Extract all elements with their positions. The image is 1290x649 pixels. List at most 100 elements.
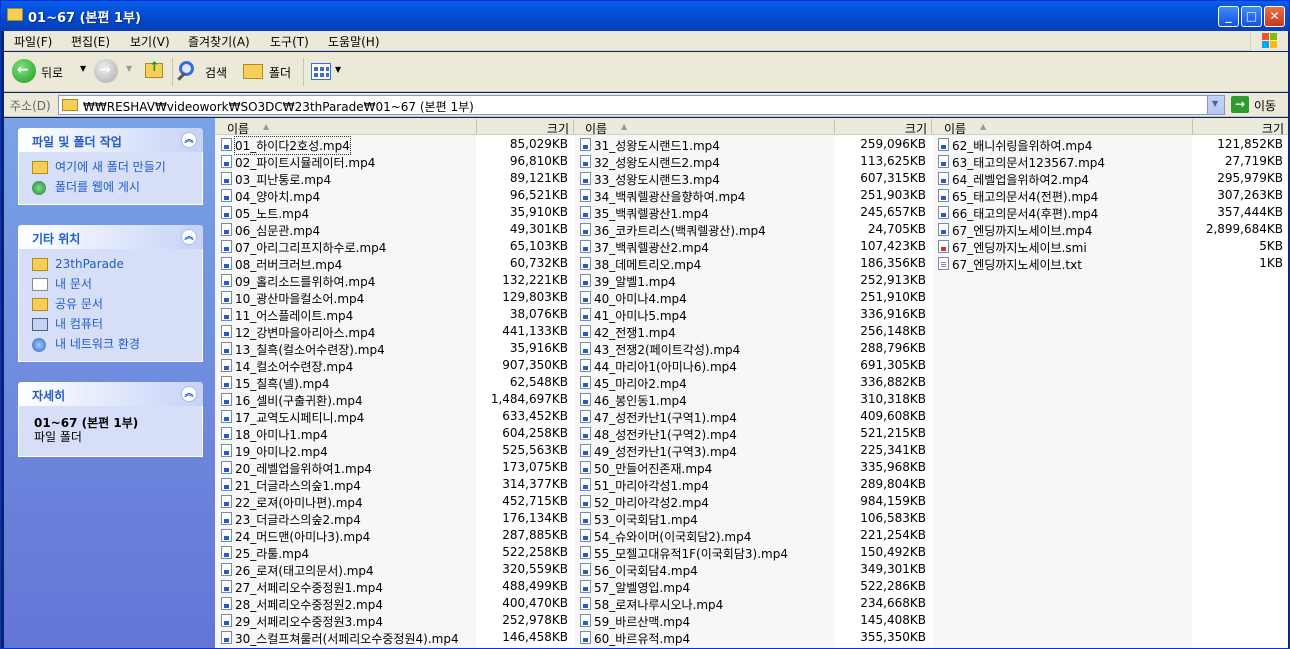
file-row[interactable]: 19_아미나2.mp4 525,563KB <box>215 442 575 459</box>
file-row[interactable]: 57_알벨영입.mp4 522,286KB <box>574 578 934 595</box>
file-row[interactable]: 59_바르산맥.mp4 145,408KB <box>574 612 934 629</box>
file-row[interactable]: 37_백쿼렐광산2.mp4 107,423KB <box>574 238 934 255</box>
file-row[interactable]: 33_성왕도시랜드3.mp4 607,315KB <box>574 170 934 187</box>
back-button[interactable]: ← 뒤로 ▼ <box>12 59 88 87</box>
file-row[interactable]: 62_배니쉬링을위하여.mp4 121,852KB <box>932 136 1288 153</box>
file-row[interactable]: 30_스컬프쳐룰러(서페리오수중정원4).mp4 146,458KB <box>215 629 575 646</box>
panel-header[interactable]: 기타 위치 ︽ <box>18 225 203 249</box>
place-23thparade[interactable]: 23thParade <box>29 255 202 275</box>
close-button[interactable]: ✕ <box>1264 6 1285 27</box>
minimize-button[interactable]: _ <box>1218 6 1239 27</box>
menu-tools[interactable]: 도구(T) <box>270 33 309 50</box>
forward-button[interactable]: → ▼ <box>94 59 134 87</box>
place-my-computer[interactable]: 내 컴퓨터 <box>29 315 202 335</box>
file-row[interactable]: 31_성왕도시랜드1.mp4 259,096KB <box>574 136 934 153</box>
file-row[interactable]: 63_태고의문서123567.mp4 27,719KB <box>932 153 1288 170</box>
file-row[interactable]: 40_아미나4.mp4 251,910KB <box>574 289 934 306</box>
go-button[interactable]: 이동 <box>1254 97 1276 114</box>
file-row[interactable]: 64_레벨업을위하여2.mp4 295,979KB <box>932 170 1288 187</box>
file-row[interactable]: 05_노트.mp4 35,910KB <box>215 204 575 221</box>
file-row[interactable]: 55_모젤고대유적1F(이국회담3).mp4 150,492KB <box>574 544 934 561</box>
file-row[interactable]: 23_더글라스의숲2.mp4 176,134KB <box>215 510 575 527</box>
back-dropdown-icon[interactable]: ▼ <box>80 64 86 73</box>
file-row[interactable]: 39_알벨1.mp4 252,913KB <box>574 272 934 289</box>
go-arrow-icon[interactable]: → <box>1231 96 1249 113</box>
up-folder-button[interactable]: ↑ <box>143 59 169 87</box>
menu-file[interactable]: 파일(F) <box>14 33 52 50</box>
file-row[interactable]: 35_백쿼렐광산1.mp4 245,657KB <box>574 204 934 221</box>
file-row[interactable]: 41_아미나5.mp4 336,916KB <box>574 306 934 323</box>
menu-view[interactable]: 보기(V) <box>130 33 170 50</box>
file-row[interactable]: 09_홀리소드를위하여.mp4 132,221KB <box>215 272 575 289</box>
file-row[interactable]: 24_머드맨(아미나3).mp4 287,885KB <box>215 527 575 544</box>
file-row[interactable]: 13_칠흑(컬소어수련장).mp4 35,916KB <box>215 340 575 357</box>
file-row[interactable]: 45_마리아2.mp4 336,882KB <box>574 374 934 391</box>
folders-button[interactable]: 폴더 <box>241 59 299 87</box>
file-row[interactable]: 29_서페리오수중정원3.mp4 252,978KB <box>215 612 575 629</box>
address-input[interactable]: ₩₩RESHAV₩videowork₩SO3DC₩23thParade₩01~6… <box>58 95 1225 115</box>
address-dropdown-button[interactable]: ▼ <box>1207 96 1224 114</box>
file-row[interactable]: 22_로져(아미나편).mp4 452,715KB <box>215 493 575 510</box>
file-row[interactable]: 36_코카트리스(백쿼렐광산).mp4 24,705KB <box>574 221 934 238</box>
file-row[interactable]: 38_데메트리오.mp4 186,356KB <box>574 255 934 272</box>
search-button[interactable]: 검색 <box>177 59 237 87</box>
file-row[interactable]: 54_슈와이머(이국회담2).mp4 221,254KB <box>574 527 934 544</box>
file-row[interactable]: 28_서페리오수중정원2.mp4 400,470KB <box>215 595 575 612</box>
maximize-button[interactable]: □ <box>1241 6 1262 27</box>
file-row[interactable]: 18_아미나1.mp4 604,258KB <box>215 425 575 442</box>
file-row[interactable]: 27_서페리오수중정원1.mp4 488,499KB <box>215 578 575 595</box>
file-row[interactable]: 02_파이트시뮬레이터.mp4 96,810KB <box>215 153 575 170</box>
file-row[interactable]: 07_아리그리프지하수로.mp4 65,103KB <box>215 238 575 255</box>
file-row[interactable]: 44_마리아1(아미나6).mp4 691,305KB <box>574 357 934 374</box>
place-network[interactable]: 내 네트워크 환경 <box>29 335 202 355</box>
file-row[interactable]: 67_엔딩까지노세이브.mp4 2,899,684KB <box>932 221 1288 238</box>
file-row[interactable]: 47_성전카난1(구역1).mp4 409,608KB <box>574 408 934 425</box>
file-row[interactable]: 34_백쿼렐광산을향하여.mp4 251,903KB <box>574 187 934 204</box>
file-row[interactable]: 12_강변마을아리아스.mp4 441,133KB <box>215 323 575 340</box>
file-row[interactable]: 15_칠흑(넬).mp4 62,548KB <box>215 374 575 391</box>
file-row[interactable]: 46_봉인동1.mp4 310,318KB <box>574 391 934 408</box>
file-row[interactable]: 25_라툴.mp4 522,258KB <box>215 544 575 561</box>
file-row[interactable]: 53_이국회담1.mp4 106,583KB <box>574 510 934 527</box>
file-row[interactable]: 52_마리아각성2.mp4 984,159KB <box>574 493 934 510</box>
file-row[interactable]: 58_로져나루시오나.mp4 234,668KB <box>574 595 934 612</box>
file-row[interactable]: 50_만들어진존재.mp4 335,968KB <box>574 459 934 476</box>
collapse-icon[interactable]: ︽ <box>181 132 197 148</box>
file-row[interactable]: 67_엔딩까지노세이브.txt 1KB <box>932 255 1288 272</box>
file-row[interactable]: 21_더글라스의숲1.mp4 314,377KB <box>215 476 575 493</box>
file-row[interactable]: 49_성전카난1(구역3).mp4 225,341KB <box>574 442 934 459</box>
panel-header[interactable]: 파일 및 폴더 작업 ︽ <box>18 128 203 152</box>
panel-header[interactable]: 자세히 ︽ <box>18 382 203 406</box>
file-row[interactable]: 03_피난통로.mp4 89,121KB <box>215 170 575 187</box>
file-row[interactable]: 48_성전카난1(구역2).mp4 521,215KB <box>574 425 934 442</box>
place-my-documents[interactable]: 내 문서 <box>29 275 202 295</box>
file-row[interactable]: 06_심문관.mp4 49,301KB <box>215 221 575 238</box>
file-row[interactable]: 04_양아치.mp4 96,521KB <box>215 187 575 204</box>
file-row[interactable]: 60_바르유적.mp4 355,350KB <box>574 629 934 646</box>
file-row[interactable]: 51_마리아각성1.mp4 289,804KB <box>574 476 934 493</box>
file-row[interactable]: 43_전쟁2(페이트각성).mp4 288,796KB <box>574 340 934 357</box>
place-shared-documents[interactable]: 공유 문서 <box>29 295 202 315</box>
menu-favorites[interactable]: 즐겨찾기(A) <box>188 33 250 50</box>
file-row[interactable]: 26_로져(태고의문서).mp4 320,559KB <box>215 561 575 578</box>
file-row[interactable]: 16_셀비(구출귀환).mp4 1,484,697KB <box>215 391 575 408</box>
file-row[interactable]: 32_성왕도시랜드2.mp4 113,625KB <box>574 153 934 170</box>
file-row[interactable]: 56_이국회담4.mp4 349,301KB <box>574 561 934 578</box>
file-row[interactable]: 67_엔딩까지노세이브.smi 5KB <box>932 238 1288 255</box>
task-publish-web[interactable]: 폴더를 웹에 게시 <box>29 178 202 198</box>
forward-dropdown-icon[interactable]: ▼ <box>126 64 132 73</box>
file-row[interactable]: 65_태고의문서4(전편).mp4 307,263KB <box>932 187 1288 204</box>
file-row[interactable]: 11_어스플레이트.mp4 38,076KB <box>215 306 575 323</box>
file-row[interactable]: 20_레벨업을위하여1.mp4 173,075KB <box>215 459 575 476</box>
menu-help[interactable]: 도움말(H) <box>328 33 380 50</box>
file-row[interactable]: 10_광산마을컬소어.mp4 129,803KB <box>215 289 575 306</box>
file-row[interactable]: 14_컬소어수련장.mp4 907,350KB <box>215 357 575 374</box>
title-bar[interactable]: 01~67 (본편 1부) _ □ ✕ <box>1 1 1289 31</box>
collapse-icon[interactable]: ︽ <box>181 229 197 245</box>
file-row[interactable]: 17_교역도시페티니.mp4 633,452KB <box>215 408 575 425</box>
file-row[interactable]: 66_태고의문서4(후편).mp4 357,444KB <box>932 204 1288 221</box>
task-new-folder[interactable]: 여기에 새 폴더 만들기 <box>29 158 202 178</box>
menu-edit[interactable]: 편집(E) <box>71 33 110 50</box>
collapse-icon[interactable]: ︽ <box>181 386 197 402</box>
file-row[interactable]: 42_전쟁1.mp4 256,148KB <box>574 323 934 340</box>
